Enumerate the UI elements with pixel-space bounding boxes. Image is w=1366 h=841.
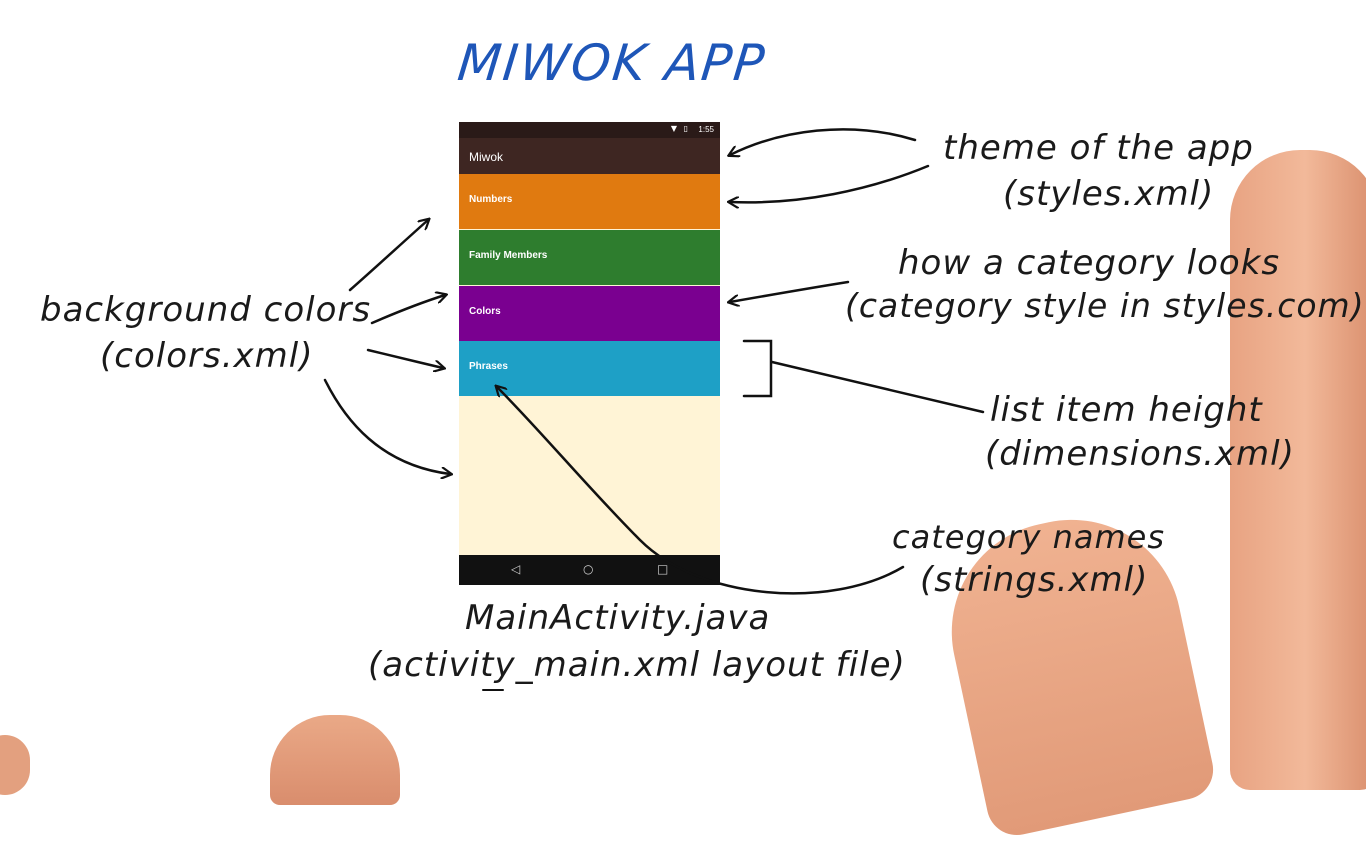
- label-category-style-file: (category style in styles.com): [845, 286, 1365, 325]
- arrow-bg-family: [370, 295, 445, 325]
- label-category-names-file: (strings.xml): [920, 560, 1149, 600]
- label-main-activity-file: (activity_main.xml layout file): [368, 645, 906, 685]
- arrow-bg-colors: [366, 348, 443, 368]
- label-theme-file: (styles.xml): [1003, 174, 1215, 214]
- arrow-category-names: [497, 387, 905, 595]
- label-category-style: how a category looks: [898, 243, 1281, 283]
- arrow-theme-lower: [730, 164, 930, 202]
- label-background-colors: background colors: [40, 290, 372, 330]
- line-item-height: [770, 360, 985, 414]
- label-background-colors-file: (colors.xml): [100, 336, 314, 376]
- bracket-item-height: [742, 339, 773, 398]
- label-theme: theme of the app: [943, 128, 1254, 168]
- arrow-theme-upper: [730, 128, 917, 155]
- label-item-height: list item height: [990, 390, 1263, 430]
- arrow-bg-numbers: [348, 220, 428, 292]
- label-category-names: category names: [892, 518, 1166, 556]
- label-item-height-file: (dimensions.xml): [985, 434, 1295, 474]
- arrow-category-style: [730, 280, 850, 302]
- arrow-bg-background: [323, 378, 450, 474]
- label-main-activity: MainActivity.java: [465, 598, 771, 638]
